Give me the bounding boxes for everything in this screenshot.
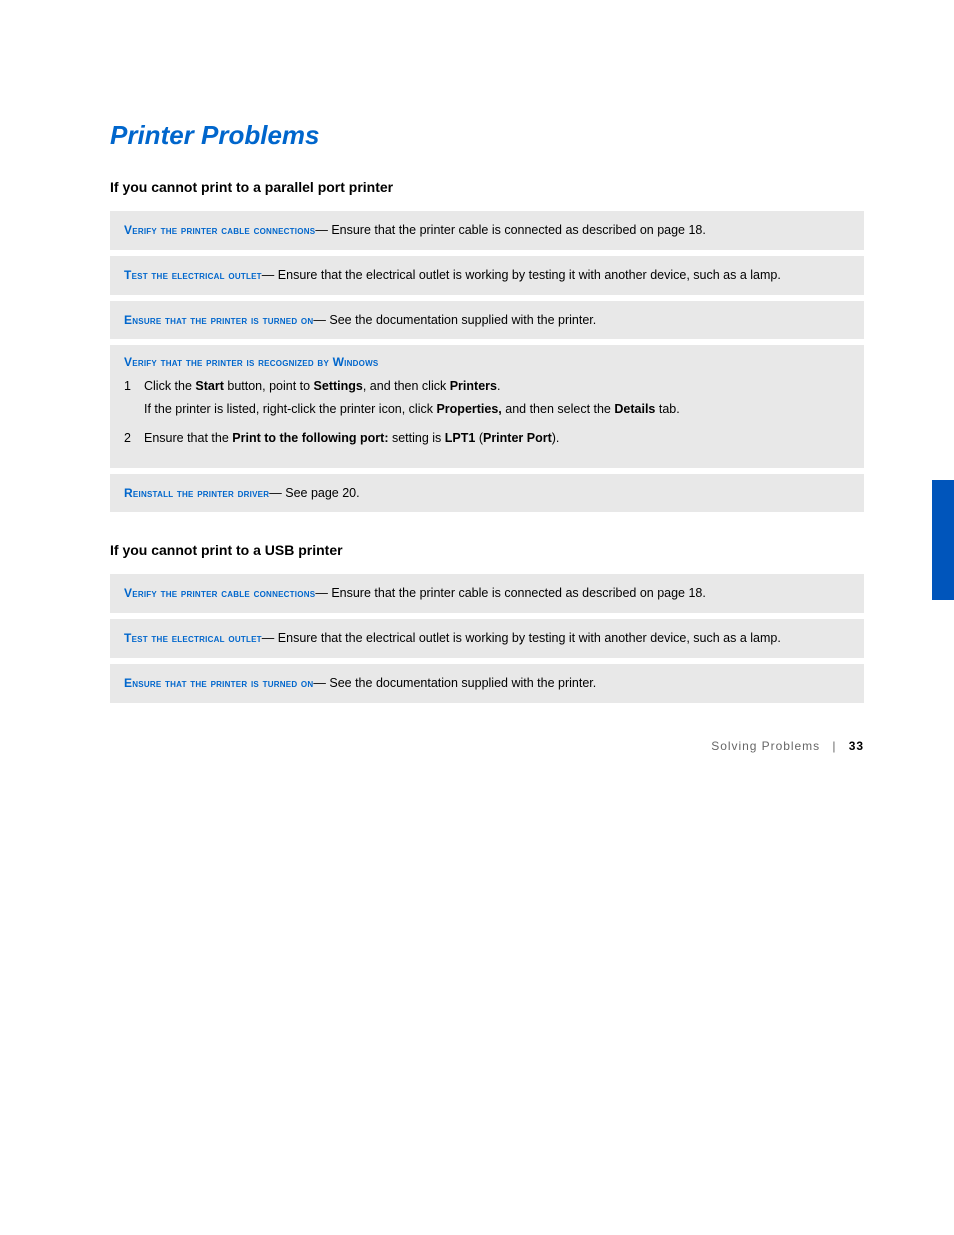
step-1-number: 1 bbox=[124, 377, 144, 423]
test-outlet-text-parallel: Ensure that the electrical outlet is wor… bbox=[278, 268, 781, 282]
page-title: Printer Problems bbox=[110, 120, 864, 151]
footer-separator: | bbox=[832, 739, 836, 753]
step-2-main: Ensure that the Print to the following p… bbox=[144, 429, 850, 448]
verify-cable-text-parallel: Ensure that the printer cable is connect… bbox=[331, 223, 706, 237]
reinstall-link: Reinstall the printer driver bbox=[124, 486, 269, 500]
step-2-number: 2 bbox=[124, 429, 144, 452]
ensure-on-dash-usb: — bbox=[313, 676, 329, 690]
verify-cable-dash-usb: — bbox=[315, 586, 331, 600]
verify-cable-box-parallel: Verify the printer cable connections— En… bbox=[110, 211, 864, 250]
verify-windows-steps: 1 Click the Start button, point to Setti… bbox=[124, 377, 850, 451]
page-footer: Solving Problems | 33 bbox=[711, 739, 864, 753]
test-outlet-dash-usb: — bbox=[262, 631, 278, 645]
verify-cable-box-usb: Verify the printer cable connections— En… bbox=[110, 574, 864, 613]
step-2-content: Ensure that the Print to the following p… bbox=[144, 429, 850, 452]
verify-cable-link-parallel: Verify the printer cable connections bbox=[124, 223, 315, 237]
test-outlet-box-parallel: Test the electrical outlet— Ensure that … bbox=[110, 256, 864, 295]
test-outlet-dash-parallel: — bbox=[262, 268, 278, 282]
verify-cable-dash-parallel: — bbox=[315, 223, 331, 237]
verify-windows-heading: Verify that the printer is recognized by… bbox=[124, 355, 850, 369]
test-outlet-box-usb: Test the electrical outlet— Ensure that … bbox=[110, 619, 864, 658]
page-container: Printer Problems If you cannot print to … bbox=[0, 0, 954, 813]
verify-windows-box: Verify that the printer is recognized by… bbox=[110, 345, 864, 467]
parallel-port-heading: If you cannot print to a parallel port p… bbox=[110, 179, 864, 195]
ensure-on-dash-parallel: — bbox=[313, 313, 329, 327]
ensure-on-box-parallel: Ensure that the printer is turned on— Se… bbox=[110, 301, 864, 340]
test-outlet-link-parallel: Test the electrical outlet bbox=[124, 268, 262, 282]
usb-section: If you cannot print to a USB printer Ver… bbox=[110, 542, 864, 702]
ensure-on-link-parallel: Ensure that the printer is turned on bbox=[124, 313, 313, 327]
ensure-on-link-usb: Ensure that the printer is turned on bbox=[124, 676, 313, 690]
usb-heading: If you cannot print to a USB printer bbox=[110, 542, 864, 558]
section-tab bbox=[932, 480, 954, 600]
footer-section: Solving Problems bbox=[711, 739, 820, 753]
ensure-on-box-usb: Ensure that the printer is turned on— Se… bbox=[110, 664, 864, 703]
verify-cable-text-usb: Ensure that the printer cable is connect… bbox=[331, 586, 706, 600]
ensure-on-text-usb: See the documentation supplied with the … bbox=[329, 676, 596, 690]
reinstall-box: Reinstall the printer driver— See page 2… bbox=[110, 474, 864, 513]
step-1-content: Click the Start button, point to Setting… bbox=[144, 377, 850, 423]
verify-cable-link-usb: Verify the printer cable connections bbox=[124, 586, 315, 600]
reinstall-dash: — bbox=[269, 486, 285, 500]
step-1: 1 Click the Start button, point to Setti… bbox=[124, 377, 850, 423]
step-2: 2 Ensure that the Print to the following… bbox=[124, 429, 850, 452]
step-1-main: Click the Start button, point to Setting… bbox=[144, 377, 850, 396]
footer-page-number: 33 bbox=[849, 739, 864, 753]
reinstall-text: See page 20. bbox=[285, 486, 359, 500]
test-outlet-text-usb: Ensure that the electrical outlet is wor… bbox=[278, 631, 781, 645]
test-outlet-link-usb: Test the electrical outlet bbox=[124, 631, 262, 645]
step-1-sub: If the printer is listed, right-click th… bbox=[144, 400, 850, 419]
ensure-on-text-parallel: See the documentation supplied with the … bbox=[329, 313, 596, 327]
parallel-port-section: If you cannot print to a parallel port p… bbox=[110, 179, 864, 512]
